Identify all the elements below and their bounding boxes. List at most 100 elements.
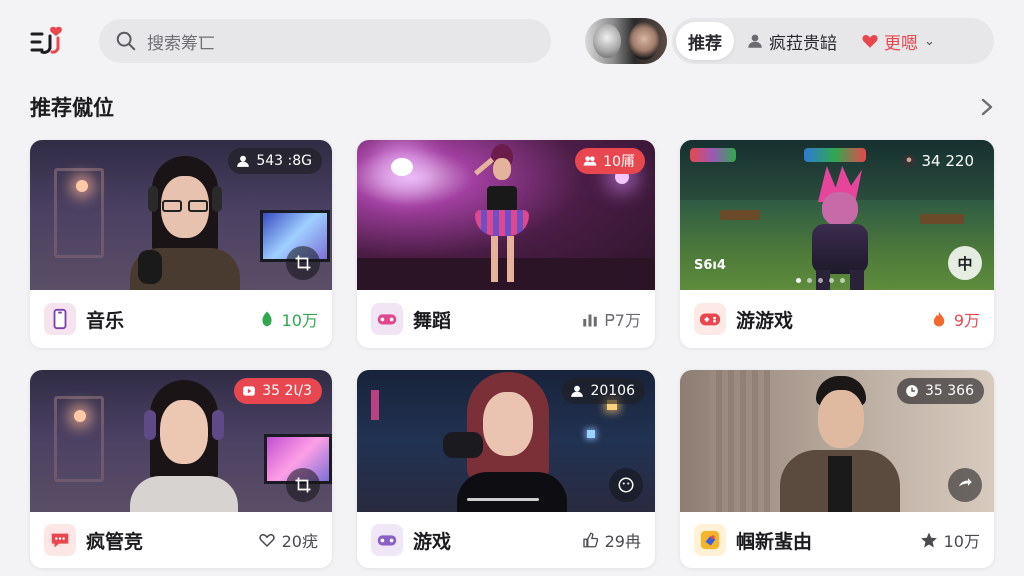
dancer bbox=[457, 144, 547, 290]
chevron-down-icon: ⌄ bbox=[924, 33, 935, 49]
gamer bbox=[443, 372, 567, 512]
language-button[interactable]: 中 bbox=[948, 246, 982, 280]
group-icon bbox=[583, 156, 597, 166]
chevron-right-icon[interactable] bbox=[976, 95, 998, 119]
stream-thumbnail[interactable]: 543 :8G bbox=[30, 140, 332, 290]
user-icon bbox=[571, 385, 584, 397]
top-bar: 搜索筹匸 推荐 疯菈贵䍌 更嗯 ⌄ bbox=[0, 0, 1024, 84]
stream-thumbnail[interactable]: S6ı4 34 220 中 bbox=[680, 140, 994, 290]
viewer-badge: 20106 bbox=[562, 378, 645, 404]
viewer-badge: 543 :8G bbox=[228, 148, 322, 174]
search-bar[interactable]: 搜索筹匸 bbox=[99, 19, 551, 63]
section-title: 推荐僦位 bbox=[30, 96, 114, 120]
category-label: 游游戏 bbox=[736, 309, 794, 332]
category-label: 音乐 bbox=[86, 309, 125, 332]
viewer-count: 35 366 bbox=[925, 383, 974, 399]
card-info: 音乐 10万 bbox=[30, 290, 332, 348]
user-icon bbox=[237, 155, 250, 167]
card-stat: 10万 bbox=[258, 307, 318, 331]
stream-card[interactable]: S6ı4 34 220 中 游游戏 9万 bbox=[680, 140, 994, 348]
play-icon bbox=[243, 386, 256, 396]
emoji-button[interactable] bbox=[609, 468, 643, 502]
progress-bar bbox=[467, 498, 539, 501]
stream-card[interactable]: 20106 游戏 29冉 bbox=[357, 370, 655, 568]
bench bbox=[920, 214, 964, 224]
crop-icon bbox=[295, 477, 311, 493]
game-hud bbox=[690, 148, 736, 162]
clock-icon bbox=[906, 385, 918, 397]
category-icon-wrap bbox=[371, 524, 403, 556]
category-label: 舞蹈 bbox=[413, 309, 452, 332]
stream-thumbnail[interactable]: 35 2Ɩ/3 bbox=[30, 370, 332, 512]
viewer-badge: 34 220 bbox=[894, 148, 985, 174]
viewer-count: 543 :8G bbox=[256, 153, 312, 169]
category-label: 帼新蜚由 bbox=[736, 530, 813, 553]
category-icon-wrap bbox=[371, 303, 403, 335]
smile-icon bbox=[618, 477, 634, 493]
phone-icon bbox=[53, 308, 67, 330]
stat-value: 9万 bbox=[953, 311, 980, 330]
avatar-face bbox=[629, 22, 659, 60]
user-icon bbox=[748, 34, 762, 48]
card-info: 疯管竞 20疣 bbox=[30, 512, 332, 568]
tab-recommend[interactable]: 推荐 bbox=[676, 22, 734, 60]
stream-card[interactable]: 10㕊 舞蹈 Ꮲ7万 bbox=[357, 140, 655, 348]
host bbox=[776, 376, 904, 512]
card-stat: 29冉 bbox=[581, 528, 641, 552]
stream-card[interactable]: 543 :8G 音乐 10万 bbox=[30, 140, 332, 348]
streamer bbox=[130, 380, 238, 512]
stream-thumbnail[interactable]: 20106 bbox=[357, 370, 655, 512]
game-hud bbox=[804, 148, 866, 162]
leaf-icon bbox=[262, 311, 272, 327]
bench bbox=[720, 210, 760, 220]
gamepad-icon bbox=[699, 313, 721, 326]
overlay-text: S6ı4 bbox=[694, 258, 726, 273]
shelf bbox=[54, 396, 104, 482]
chat-icon bbox=[51, 533, 69, 548]
stream-thumbnail[interactable]: 10㕊 bbox=[357, 140, 655, 290]
stat-value: 10万 bbox=[943, 532, 980, 551]
bars-icon bbox=[583, 314, 597, 327]
stat-value: 20疣 bbox=[281, 532, 318, 551]
crop-icon bbox=[295, 255, 311, 271]
tab-more[interactable]: 更嗯 ⌄ bbox=[849, 22, 941, 60]
avatar-icon bbox=[902, 154, 915, 168]
crop-button[interactable] bbox=[286, 246, 320, 280]
gamepad-icon bbox=[377, 314, 397, 325]
category-icon-wrap bbox=[694, 524, 726, 556]
share-button[interactable] bbox=[948, 468, 982, 502]
viewer-count: 10㕊 bbox=[603, 154, 635, 170]
card-stat: 10万 bbox=[920, 528, 980, 552]
star-icon bbox=[920, 532, 937, 548]
category-label: 疯管竞 bbox=[86, 530, 144, 553]
fire-icon bbox=[933, 311, 945, 327]
stream-thumbnail[interactable]: 35 366 bbox=[680, 370, 994, 512]
app-logo-icon[interactable] bbox=[28, 24, 68, 60]
card-info: 舞蹈 Ꮲ7万 bbox=[357, 290, 655, 348]
carousel-dots bbox=[796, 278, 845, 283]
language-label: 中 bbox=[957, 254, 973, 273]
heart-icon bbox=[862, 35, 878, 48]
neon-light bbox=[587, 430, 595, 438]
tab-following[interactable]: 疯菈贵䍌 bbox=[734, 22, 849, 60]
category-icon-wrap bbox=[44, 303, 76, 335]
stream-card[interactable]: 35 366 帼新蜚由 10万 bbox=[680, 370, 994, 568]
tag-icon bbox=[700, 530, 720, 550]
microphone bbox=[138, 250, 162, 284]
stage-light bbox=[391, 158, 413, 176]
viewer-badge: 35 2Ɩ/3 bbox=[234, 378, 322, 404]
crop-button[interactable] bbox=[286, 468, 320, 502]
category-icon-wrap bbox=[44, 524, 76, 556]
stat-value: 29冉 bbox=[604, 532, 641, 551]
search-icon bbox=[116, 31, 136, 51]
thumb-icon bbox=[582, 532, 598, 548]
avatar[interactable] bbox=[585, 18, 667, 64]
card-info: 游戏 29冉 bbox=[357, 512, 655, 568]
search-placeholder: 搜索筹匸 bbox=[147, 33, 215, 54]
lamp bbox=[74, 410, 86, 422]
viewer-count: 34 220 bbox=[921, 152, 975, 170]
card-info: 帼新蜚由 10万 bbox=[680, 512, 994, 568]
stream-card[interactable]: 35 2Ɩ/3 疯管竞 20疣 bbox=[30, 370, 332, 568]
heart-outline-icon bbox=[258, 533, 275, 548]
viewer-count: 35 2Ɩ/3 bbox=[262, 383, 312, 399]
